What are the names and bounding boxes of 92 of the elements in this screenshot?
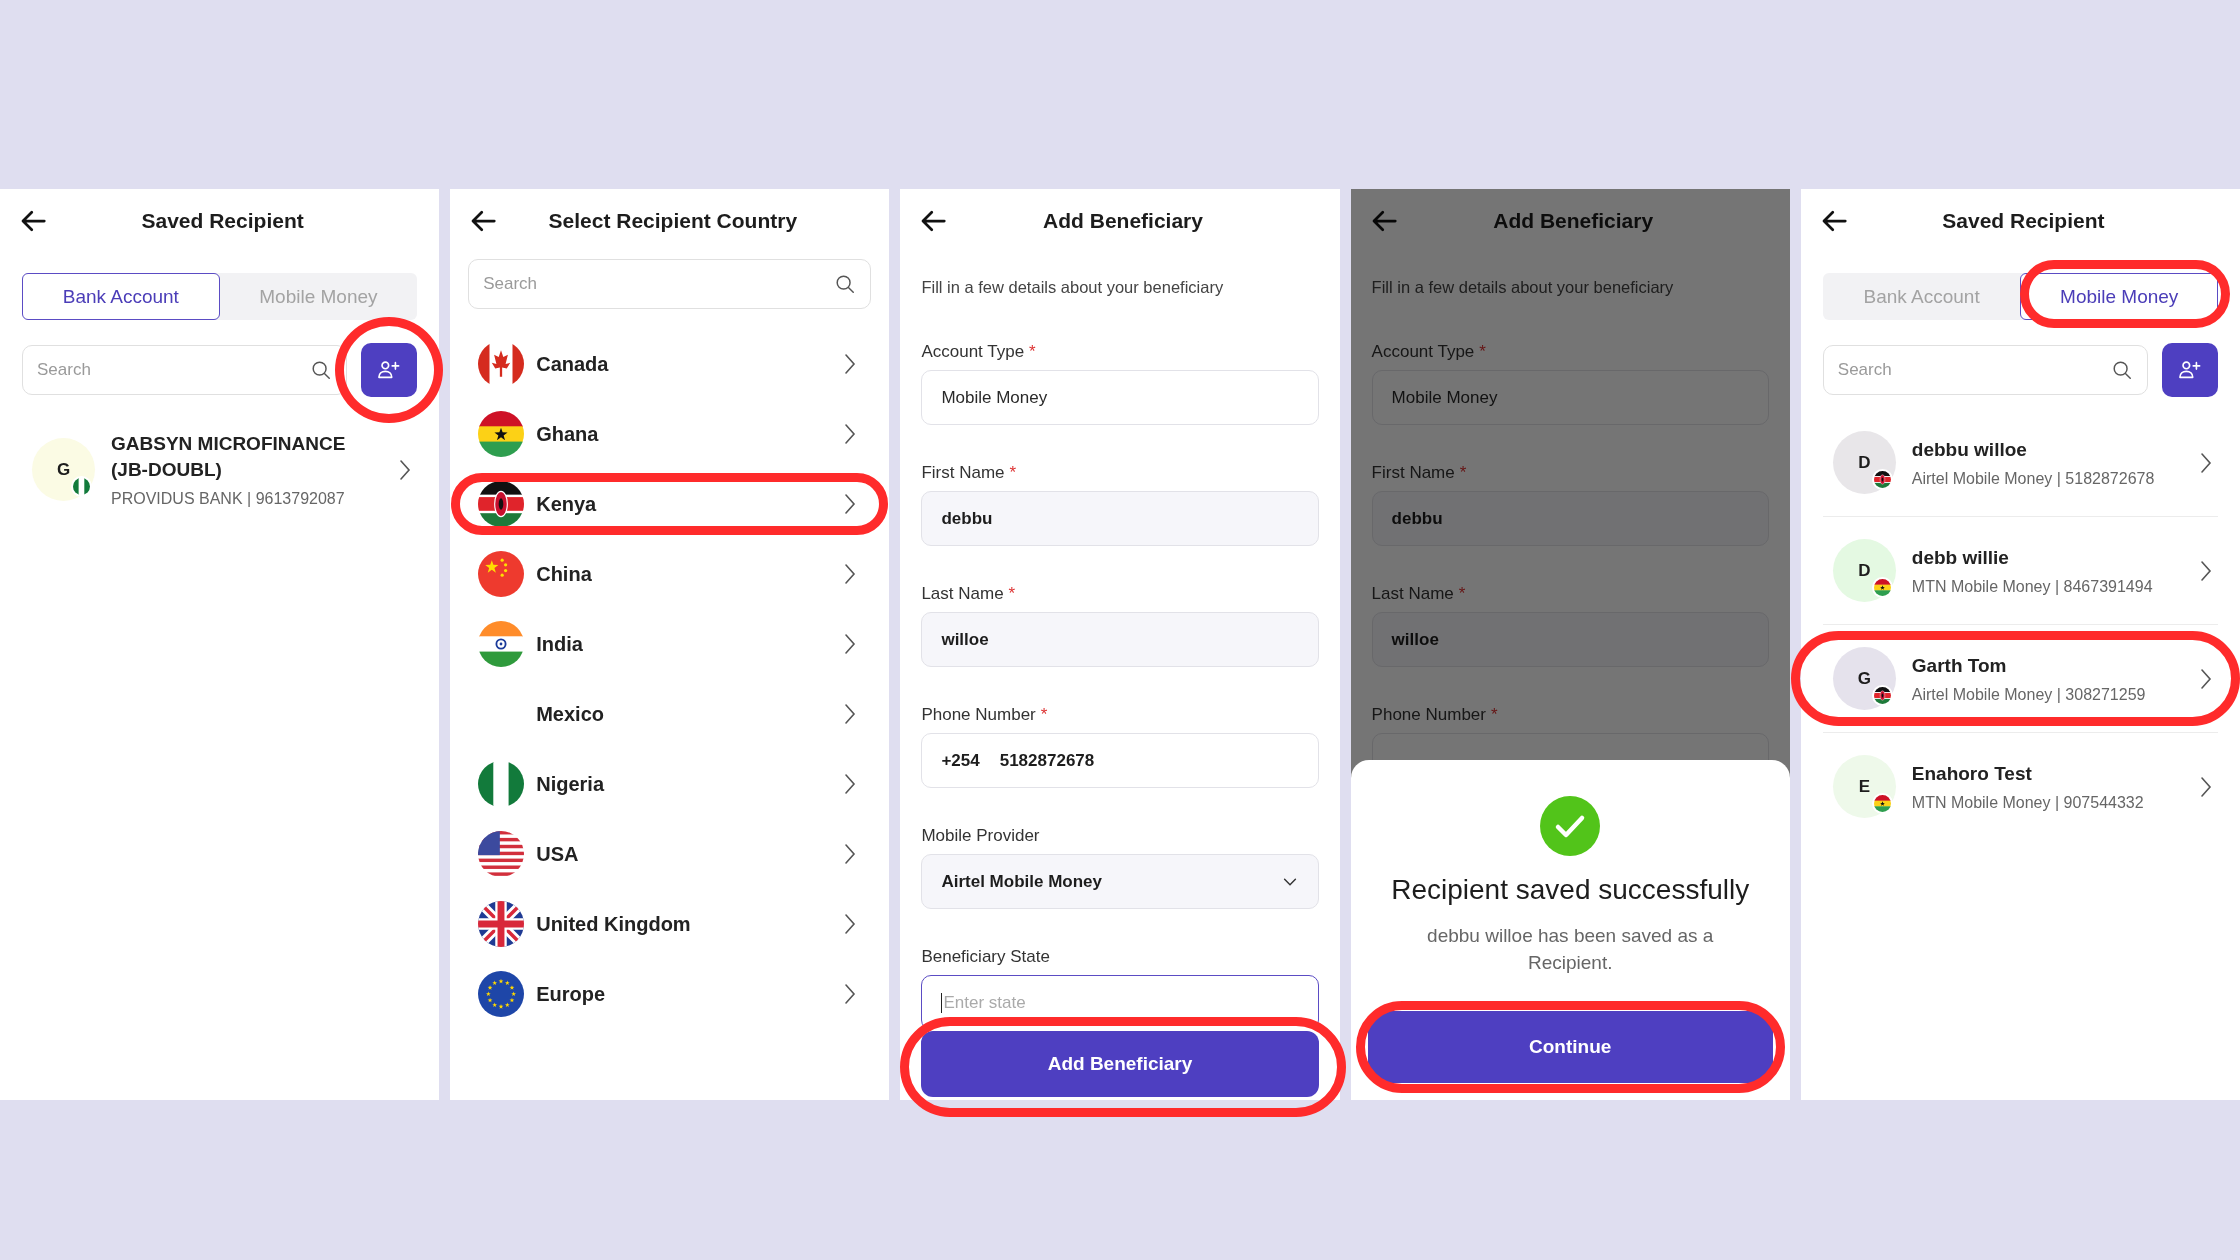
dropdown-field[interactable]: Airtel Mobile Money: [921, 854, 1319, 909]
flag-icon: [1873, 795, 1891, 812]
recipient-name[interactable]: Enahoro Test: [1911, 760, 2184, 787]
avatar-initial: G: [1857, 668, 1871, 689]
flag-icon: [478, 621, 525, 667]
avatar-initial: D: [1858, 560, 1871, 581]
recipient-name[interactable]: debb willie: [1911, 544, 2184, 571]
search-icon: [2111, 359, 2133, 381]
country-name[interactable]: China: [536, 562, 833, 586]
flag-icon: [478, 551, 525, 597]
chevron-icon: [844, 353, 857, 375]
recipient-name[interactable]: Garth Tom: [1911, 652, 2184, 679]
continue-button[interactable]: Continue: [1367, 1011, 1773, 1083]
country-name[interactable]: Canada: [536, 352, 833, 376]
flag-icon: [478, 761, 525, 807]
chevron-icon: [844, 493, 857, 515]
recipient-name[interactable]: GABSYN MICROFINANCE (JB-DOUBL): [111, 431, 384, 483]
recipient-detail: MTN Mobile Money | 907544332: [1911, 794, 2145, 813]
screen-title: Select Recipient Country: [547, 209, 799, 233]
add-recipient-button[interactable]: [2162, 343, 2218, 397]
form-subtitle: Fill in a few details about your beneficiary: [921, 277, 1225, 297]
flag-icon: [478, 411, 525, 457]
chevron-icon: [844, 563, 857, 585]
screen-title: Add Beneficiary: [1492, 209, 1655, 233]
chevron-icon: [844, 983, 857, 1005]
form-subtitle: Fill in a few details about your beneficiary: [1371, 277, 1675, 297]
flag-icon: [478, 481, 525, 527]
input-field[interactable]: willoe: [1371, 612, 1769, 667]
input-field[interactable]: debbu: [921, 491, 1319, 546]
screen-title: Add Beneficiary: [1042, 209, 1204, 233]
dialog-title: Recipient saved successfully: [1391, 874, 1750, 906]
avatar-initial: D: [1858, 452, 1871, 473]
add-person-icon: [377, 359, 402, 381]
add-recipient-button[interactable]: [361, 343, 418, 397]
input-field[interactable]: willoe: [921, 612, 1319, 667]
chevron-icon: [2200, 667, 2212, 690]
input-field[interactable]: debbu: [1371, 491, 1769, 546]
chevron-icon: [844, 423, 857, 445]
input-field[interactable]: Mobile Money: [1371, 370, 1769, 425]
input-field[interactable]: Mobile Money: [921, 370, 1319, 425]
field-label: Phone Number *: [1371, 704, 1499, 726]
chevron-icon: [844, 913, 857, 935]
chevron-icon: [2200, 559, 2212, 582]
success-check-icon: [1540, 796, 1601, 856]
add-beneficiary-button[interactable]: Add Beneficiary: [921, 1031, 1319, 1097]
recipient-detail: PROVIDUS BANK | 9613792087: [111, 490, 346, 509]
recipient-detail: MTN Mobile Money | 8467391494: [1911, 578, 2154, 597]
flag-icon: [1873, 471, 1891, 488]
field-label: Last Name *: [921, 583, 1017, 605]
country-name[interactable]: Kenya: [536, 492, 833, 516]
field-label: Last Name *: [1371, 583, 1467, 605]
tab[interactable]: Mobile Money: [2020, 273, 2219, 320]
flag-icon: [1873, 687, 1891, 704]
chevron-icon: [844, 843, 857, 865]
country-name[interactable]: Mexico: [536, 702, 833, 726]
add-person-icon: [2178, 359, 2202, 381]
phone-field[interactable]: +254 5182872678: [921, 733, 1319, 788]
country-name[interactable]: United Kingdom: [536, 912, 833, 936]
chevron-icon: [844, 633, 857, 655]
field-label: Phone Number *: [921, 704, 1049, 726]
chevron-icon: [844, 703, 857, 725]
flag-icon: [73, 478, 90, 496]
avatar-initial: E: [1858, 776, 1870, 797]
chevron-icon: [2200, 451, 2212, 474]
chevron-icon: [2200, 775, 2212, 798]
country-name[interactable]: India: [536, 632, 833, 656]
flag-icon: [1873, 579, 1891, 596]
dialog-message: debbu willoe has been saved as a Recipient.: [1426, 924, 1715, 975]
country-name[interactable]: USA: [536, 842, 833, 866]
tab[interactable]: Bank Account: [22, 273, 220, 320]
flag-icon: [478, 971, 525, 1017]
country-name[interactable]: Ghana: [536, 422, 833, 446]
field-label: Account Type *: [1371, 341, 1487, 363]
chevron-icon: [844, 773, 857, 795]
recipient-name[interactable]: debbu willoe: [1911, 436, 2184, 463]
search-icon: [310, 359, 333, 381]
recipient-detail: Airtel Mobile Money | 308271259: [1911, 686, 2147, 705]
screen-title: Saved Recipient: [140, 209, 305, 233]
chevron-icon: [399, 458, 412, 481]
country-name[interactable]: Nigeria: [536, 772, 833, 796]
flag-icon: [478, 901, 525, 947]
avatar-initial: G: [56, 459, 71, 480]
search-icon: [834, 273, 857, 295]
field-label: Beneficiary State: [921, 946, 1051, 968]
screen-title: Saved Recipient: [1941, 209, 2106, 233]
country-name[interactable]: Europe: [536, 982, 833, 1006]
field-label: Account Type *: [921, 341, 1037, 363]
flag-icon: [478, 831, 525, 877]
field-label: Mobile Provider: [921, 825, 1041, 847]
field-label: First Name *: [1371, 462, 1468, 484]
field-label: First Name *: [921, 462, 1018, 484]
recipient-detail: Airtel Mobile Money | 5182872678: [1911, 470, 2156, 489]
